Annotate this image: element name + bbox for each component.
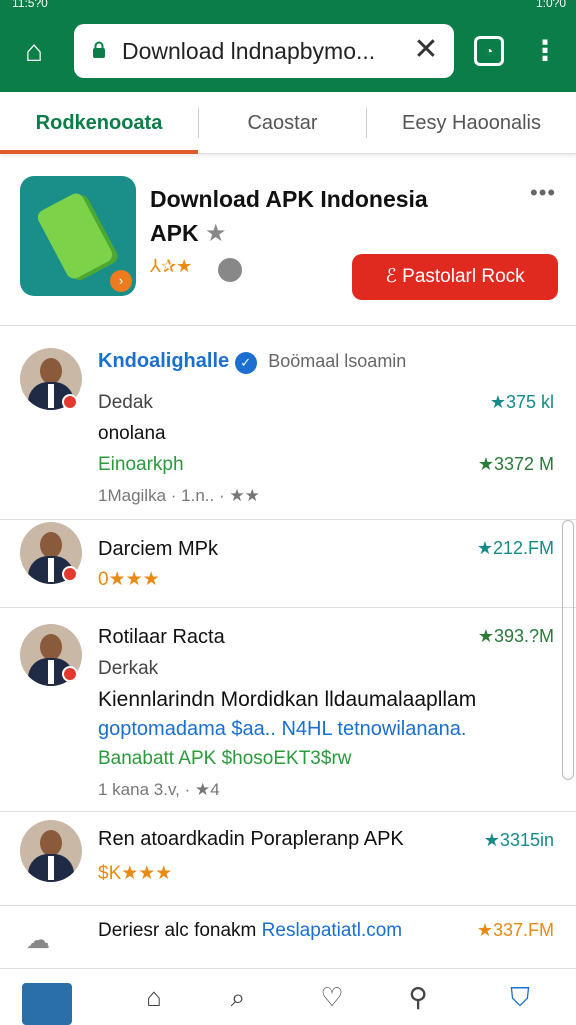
review-rating: 0★★★ [98,569,160,590]
review-row[interactable]: ☁ Deriesr alc fonakm Reslapatiatl.com ★3… [0,906,576,968]
avatar[interactable] [20,820,82,882]
review-line: Banabatt APK $hosoEKT3$rw [98,748,352,769]
app-title-line2: APK [150,220,199,246]
review-score: ★375 kl [489,392,554,412]
address-bar[interactable]: Download lndnapbymo... ✕ [74,24,454,78]
app-icon[interactable]: › [20,176,136,296]
review-footer: 1Magilka · 1.n.. · ★★ [98,486,260,505]
review-row[interactable]: Ren atoardkadin Porapleranp APK $K★★★ ★3… [0,812,576,906]
review-author[interactable]: Ren atoardkadin Porapleranp APK [98,828,404,851]
bottom-nav: ⌂ ⌕ ♡ ⚲ ⛉ [0,968,576,1025]
shopping-bag-icon[interactable]: ⛉ [500,977,540,1017]
review-row[interactable]: Darciem MPk 0★★★ ★212.FM [0,520,576,608]
install-label: Pastolarl Rock [402,266,525,287]
home-icon[interactable]: ⌂ [14,36,54,68]
avatar-badge-icon [62,666,78,682]
globe-icon [218,258,242,282]
review-author[interactable]: Darciem MPk [98,538,218,561]
review-score: ★3315in [483,830,554,850]
avatar-badge-icon [62,566,78,582]
scrollbar[interactable] [562,520,574,780]
search-icon[interactable]: ⌕ [218,977,258,1017]
review-score: ★212.FM [476,538,554,558]
review-footer: 1 kana 3.v, · ★4 [98,780,220,799]
app-title: Download APK Indonesia APK ★ [150,182,480,251]
close-icon[interactable]: ✕ [410,34,442,66]
author-link[interactable]: Reslapatiatl.com [262,920,402,941]
review-line: Kiennlarindn Mordidkan lldaumalaapllam [98,688,477,711]
review-subtitle: Boömaal lsoamin [268,351,407,371]
review-rating: $K★★★ [98,863,173,884]
app-card: › Download APK Indonesia APK ★ ••• ⅄✰★ ℰ… [0,160,576,326]
review-line: Dedak [98,392,153,413]
url-text[interactable]: Download lndnapbymo... [122,38,402,65]
cloud-icon: ☁ [26,927,50,954]
status-bar: 11:5?0 1:0?0 [0,0,576,14]
phone-icon [35,190,115,282]
profile-icon[interactable]: ⚲ [398,977,438,1017]
review-score: ★337.FM [476,920,554,940]
app-title-line1: Download APK Indonesia [150,186,428,212]
review-line: goptomadama $aa.. N4HL tetnowilanana. [98,718,467,740]
review-line: Einoarkph [98,454,184,475]
author-name: Deriesr alc fonakm [98,920,262,941]
lock-icon [93,41,105,58]
review-author[interactable]: Rotilaar Racta [98,626,225,649]
tab-bar: Rodkenooata Caostar Eesy Haoonalis [0,92,576,154]
author-name[interactable]: Kndoalighalle [98,350,229,372]
review-row[interactable]: Rotilaar Racta Derkak Kiennlarindn Mordi… [0,608,576,812]
install-button[interactable]: ℰ Pastolarl Rock [352,254,558,300]
review-author: Kndoalighalle ✓ Boömaal lsoamin [98,350,406,374]
home-icon[interactable]: ⌂ [134,977,174,1017]
review-row[interactable]: Kndoalighalle ✓ Boömaal lsoamin Dedak on… [0,330,576,520]
arrow-badge-icon: › [110,270,132,292]
more-vert-icon[interactable]: ⋮ [530,34,560,70]
browser-toolbar: ⌂ Download lndnapbymo... ✕ ◔ ⋮ [0,14,576,92]
status-right: 1:0?0 [535,0,566,10]
status-time: 11:5?0 [12,0,48,10]
app-rating: ⅄✰★ [150,256,193,276]
review-author[interactable]: Deriesr alc fonakm Reslapatiatl.com [98,920,402,942]
review-line: Derkak [98,658,159,679]
tab-3[interactable]: Eesy Haoonalis [366,108,576,138]
review-line: onolana [98,423,166,444]
heart-icon[interactable]: ♡ [312,977,352,1017]
tab-1[interactable]: Rodkenooata [0,92,198,154]
install-icon: ℰ [385,266,403,287]
more-options-icon[interactable]: ••• [530,180,556,206]
star-icon: ★ [204,220,227,247]
tabs-icon[interactable]: ◔ [474,36,504,66]
review-score: ★393.?M [477,626,554,646]
tab-2[interactable]: Caostar [198,108,366,138]
thumbnail-image[interactable] [22,983,72,1025]
verified-icon: ✓ [234,352,257,374]
avatar-badge-icon [62,394,78,410]
review-score: ★3372 M [477,454,554,474]
